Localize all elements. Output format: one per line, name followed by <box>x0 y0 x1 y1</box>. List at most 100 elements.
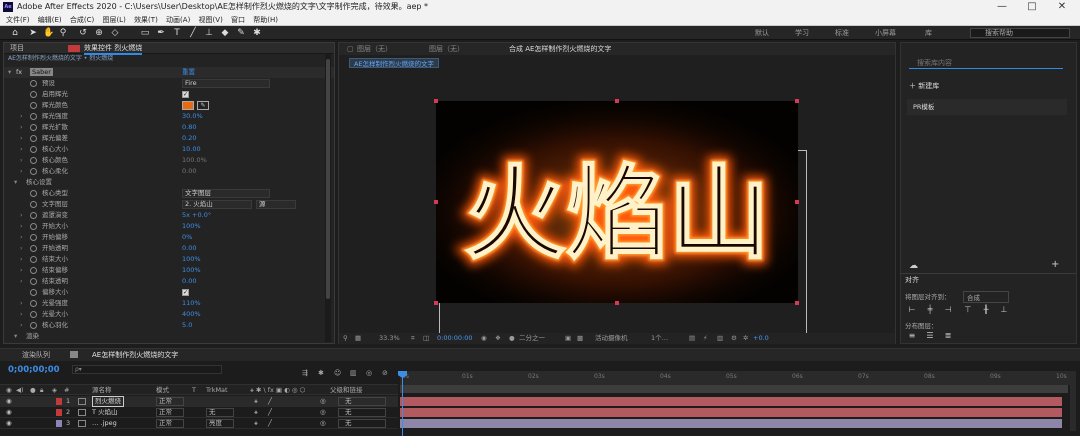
property-value[interactable]: 0.00 <box>182 243 196 254</box>
menu-window[interactable]: 窗口 <box>231 14 245 26</box>
fx-icon[interactable]: fx <box>16 67 22 78</box>
workspace-libraries[interactable]: 库 <box>925 28 932 38</box>
expand-arrow-icon[interactable]: › <box>20 155 23 166</box>
stopwatch-icon[interactable] <box>30 91 37 98</box>
tab-composition-timeline[interactable]: AE怎样制作烈火燃烧的文字 <box>92 349 178 361</box>
current-time[interactable]: 0:00:00:00 <box>437 333 473 344</box>
property-dropdown[interactable]: Fire <box>182 79 270 88</box>
expand-arrow-icon[interactable]: › <box>20 166 23 177</box>
timeline-timecode[interactable]: 0;00;00;00 <box>8 365 60 375</box>
playhead-line[interactable] <box>402 371 403 436</box>
color-swatch[interactable] <box>182 101 194 110</box>
show-snapshot-icon[interactable]: ❖ <box>495 333 501 344</box>
motion-blur-icon[interactable]: ◎ <box>366 369 372 377</box>
visibility-eye-icon[interactable]: ◉ <box>6 396 12 407</box>
expand-arrow-icon[interactable]: › <box>20 254 23 265</box>
menu-view[interactable]: 视图(V) <box>199 14 223 26</box>
switch-quality-icon[interactable]: ╱ <box>268 396 272 407</box>
library-item[interactable]: PR模板 <box>907 99 1067 115</box>
layer-name[interactable]: … .jpeg <box>92 418 117 429</box>
expand-arrow-icon[interactable]: › <box>20 144 23 155</box>
eyedropper-icon[interactable]: ✎ <box>197 101 209 110</box>
handle-tl[interactable] <box>434 99 438 103</box>
expand-arrow-icon[interactable]: › <box>20 133 23 144</box>
switch-quality-icon[interactable]: ╱ <box>268 418 272 429</box>
comp-mini-flowchart-icon[interactable]: ⇶ <box>302 369 308 377</box>
frame-blending-icon[interactable]: ▥ <box>350 369 357 377</box>
property-value[interactable]: 0.20 <box>182 133 196 144</box>
menu-animation[interactable]: 动画(A) <box>166 14 190 26</box>
lock-icon[interactable]: ▢ <box>347 43 354 55</box>
pen-tool-icon[interactable]: ✒ <box>156 28 166 38</box>
work-area-bar[interactable] <box>400 385 1068 393</box>
layer-row[interactable]: ◉ 3 … .jpeg 正常 亮度 ⚹ ╱ ◎ 无 <box>0 418 398 429</box>
stopwatch-icon[interactable] <box>30 212 37 219</box>
parent-select[interactable]: 无 <box>338 408 386 417</box>
property-value[interactable]: 5x +0.0° <box>182 210 211 221</box>
tab-effect-controls[interactable]: 效果控件 烈火燃烧 <box>84 43 143 55</box>
eraser-tool-icon[interactable]: ◆ <box>220 28 230 38</box>
close-button[interactable]: ✕ <box>1050 0 1074 14</box>
zoom-tool-icon[interactable]: ⚲ <box>58 28 68 38</box>
tab-render-queue[interactable]: 渲染队列 <box>22 349 50 361</box>
property-value[interactable]: 0% <box>182 232 192 243</box>
camera-tool-icon[interactable]: ⊕ <box>94 28 104 38</box>
layer-row[interactable]: ◉ 2 T 火焰山 正常 无 ⚹ ╱ ◎ 无 <box>0 407 398 418</box>
menu-layer[interactable]: 图层(L) <box>102 14 125 26</box>
stopwatch-icon[interactable] <box>30 146 37 153</box>
library-search-input[interactable]: 搜索库内容 <box>909 57 1063 69</box>
source-name-header[interactable]: 源名称 <box>92 385 112 396</box>
handle-br[interactable] <box>795 301 799 305</box>
parent-select[interactable]: 无 <box>338 419 386 428</box>
layer-name[interactable]: 烈火燃烧 <box>92 396 124 407</box>
expand-arrow-icon[interactable]: › <box>20 320 23 331</box>
stopwatch-icon[interactable] <box>30 267 37 274</box>
roi-icon[interactable]: ▣ <box>565 333 571 344</box>
effect-scrollbar[interactable] <box>325 54 331 342</box>
section-label[interactable]: 核心设置 <box>26 177 52 188</box>
tab-layer-none-2[interactable]: 图层（无） <box>429 43 464 55</box>
expand-arrow-icon[interactable]: › <box>20 276 23 287</box>
expand-arrow-icon[interactable]: › <box>20 298 23 309</box>
expand-arrow-icon[interactable]: › <box>20 111 23 122</box>
pan-behind-icon[interactable]: ◇ <box>110 28 120 38</box>
property-value[interactable]: 0.80 <box>182 122 196 133</box>
roto-brush-icon[interactable]: ✎ <box>236 28 246 38</box>
distribute-vcenter-icon[interactable]: ☰ <box>925 331 935 341</box>
trkmat-header[interactable]: TrkMat <box>206 385 228 396</box>
resolution-select[interactable]: 二分之一 <box>519 333 545 344</box>
expand-arrow-icon[interactable]: › <box>20 221 23 232</box>
handle-bl[interactable] <box>434 301 438 305</box>
expand-arrow-icon[interactable]: › <box>20 265 23 276</box>
timeline-search-input[interactable]: ρ▾ <box>72 365 222 374</box>
property-value[interactable]: 10.00 <box>182 144 201 155</box>
layer-label-color[interactable] <box>56 420 62 427</box>
comp-name-chip[interactable]: AE怎样制作烈火燃烧的文字 <box>349 58 440 68</box>
tab-composition[interactable]: 合成 AE怎样制作烈火燃烧的文字 <box>509 43 611 55</box>
minimize-button[interactable]: — <box>990 0 1014 14</box>
timeline-scrollbar[interactable] <box>1070 371 1076 431</box>
section-label[interactable]: 渲染 <box>26 331 39 342</box>
grid-icon[interactable]: ▦ <box>355 333 361 344</box>
channel-icon[interactable]: ● <box>509 333 515 344</box>
time-ruler[interactable]: 0s 01s 02s 03s 04s 05s 06s 07s 08s 09s 10s <box>400 371 1070 385</box>
blend-mode-select[interactable]: 正常 <box>156 419 184 428</box>
stopwatch-icon[interactable] <box>30 289 37 296</box>
section-arrow-icon[interactable]: ▾ <box>14 177 17 188</box>
trkmat-select[interactable]: 亮度 <box>206 419 234 428</box>
layer-dropdown[interactable]: 2. 火焰山 <box>182 200 252 209</box>
switch-shy-icon[interactable]: ⚹ <box>254 418 258 429</box>
hand-tool-icon[interactable]: ✋ <box>43 28 54 38</box>
camera-select[interactable]: 活动摄像机 <box>595 333 628 344</box>
parent-select[interactable]: 无 <box>338 397 386 406</box>
layer-row[interactable]: ◉ 1 烈火燃烧 正常 ⚹ ╱ ◎ 无 <box>0 396 398 407</box>
property-value[interactable]: 5.0 <box>182 320 192 331</box>
menu-help[interactable]: 帮助(H) <box>253 14 278 26</box>
close-tab-icon[interactable] <box>70 351 78 358</box>
handle-tc[interactable] <box>615 99 619 103</box>
stopwatch-icon[interactable] <box>30 300 37 307</box>
restore-button[interactable]: □ <box>1020 0 1044 14</box>
workspace-default[interactable]: 默认 <box>755 28 769 38</box>
property-value[interactable]: 110% <box>182 298 201 309</box>
collapse-arrow-icon[interactable]: ▾ <box>8 67 11 78</box>
